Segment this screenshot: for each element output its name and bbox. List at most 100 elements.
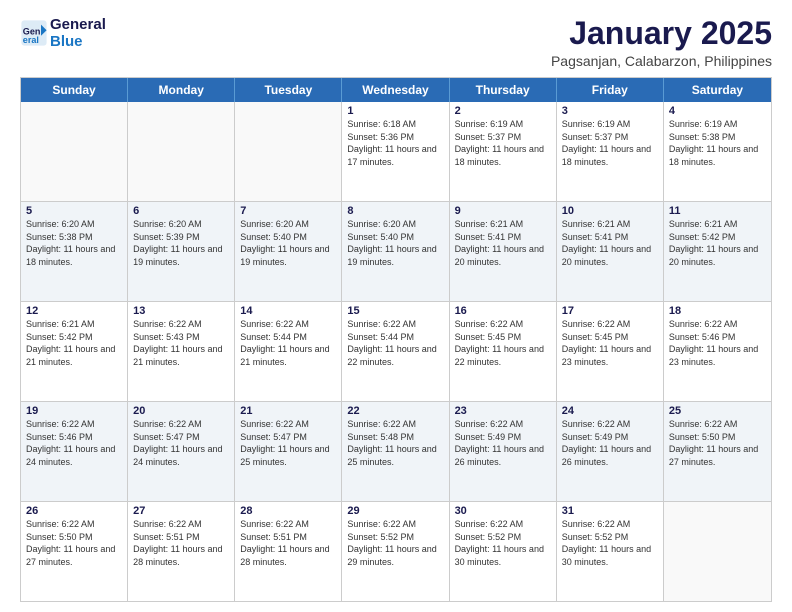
- calendar: SundayMondayTuesdayWednesdayThursdayFrid…: [20, 77, 772, 602]
- day-number: 25: [669, 405, 766, 417]
- calendar-cell: 15Sunrise: 6:22 AMSunset: 5:44 PMDayligh…: [342, 302, 449, 401]
- day-number: 21: [240, 405, 336, 417]
- day-number: 31: [562, 505, 658, 517]
- day-number: 5: [26, 205, 122, 217]
- day-info: Sunrise: 6:22 AMSunset: 5:45 PMDaylight:…: [455, 318, 551, 368]
- day-number: 22: [347, 405, 443, 417]
- day-number: 17: [562, 305, 658, 317]
- day-info: Sunrise: 6:21 AMSunset: 5:41 PMDaylight:…: [455, 218, 551, 268]
- day-number: 12: [26, 305, 122, 317]
- day-info: Sunrise: 6:22 AMSunset: 5:52 PMDaylight:…: [347, 518, 443, 568]
- calendar-cell: 26Sunrise: 6:22 AMSunset: 5:50 PMDayligh…: [21, 502, 128, 601]
- calendar-cell: 30Sunrise: 6:22 AMSunset: 5:52 PMDayligh…: [450, 502, 557, 601]
- weekday-header-saturday: Saturday: [664, 78, 771, 102]
- day-info: Sunrise: 6:21 AMSunset: 5:42 PMDaylight:…: [26, 318, 122, 368]
- day-info: Sunrise: 6:22 AMSunset: 5:46 PMDaylight:…: [26, 418, 122, 468]
- subtitle: Pagsanjan, Calabarzon, Philippines: [551, 53, 772, 69]
- day-info: Sunrise: 6:22 AMSunset: 5:51 PMDaylight:…: [240, 518, 336, 568]
- calendar-cell: 22Sunrise: 6:22 AMSunset: 5:48 PMDayligh…: [342, 402, 449, 501]
- header: Gen eral General Blue January 2025 Pagsa…: [20, 16, 772, 69]
- day-info: Sunrise: 6:22 AMSunset: 5:50 PMDaylight:…: [26, 518, 122, 568]
- calendar-cell: 27Sunrise: 6:22 AMSunset: 5:51 PMDayligh…: [128, 502, 235, 601]
- day-info: Sunrise: 6:19 AMSunset: 5:37 PMDaylight:…: [562, 118, 658, 168]
- calendar-cell: 24Sunrise: 6:22 AMSunset: 5:49 PMDayligh…: [557, 402, 664, 501]
- logo: Gen eral General Blue: [20, 16, 106, 51]
- calendar-cell: [128, 102, 235, 201]
- calendar-cell: 4Sunrise: 6:19 AMSunset: 5:38 PMDaylight…: [664, 102, 771, 201]
- day-number: 13: [133, 305, 229, 317]
- day-number: 18: [669, 305, 766, 317]
- calendar-cell: 6Sunrise: 6:20 AMSunset: 5:39 PMDaylight…: [128, 202, 235, 301]
- calendar-cell: 3Sunrise: 6:19 AMSunset: 5:37 PMDaylight…: [557, 102, 664, 201]
- calendar-row-3: 12Sunrise: 6:21 AMSunset: 5:42 PMDayligh…: [21, 301, 771, 401]
- calendar-cell: 23Sunrise: 6:22 AMSunset: 5:49 PMDayligh…: [450, 402, 557, 501]
- calendar-cell: 8Sunrise: 6:20 AMSunset: 5:40 PMDaylight…: [342, 202, 449, 301]
- day-number: 27: [133, 505, 229, 517]
- calendar-cell: 31Sunrise: 6:22 AMSunset: 5:52 PMDayligh…: [557, 502, 664, 601]
- main-title: January 2025: [551, 16, 772, 51]
- calendar-cell: 16Sunrise: 6:22 AMSunset: 5:45 PMDayligh…: [450, 302, 557, 401]
- calendar-cell: [21, 102, 128, 201]
- day-info: Sunrise: 6:21 AMSunset: 5:42 PMDaylight:…: [669, 218, 766, 268]
- svg-text:eral: eral: [23, 35, 39, 45]
- day-info: Sunrise: 6:22 AMSunset: 5:52 PMDaylight:…: [455, 518, 551, 568]
- calendar-cell: 18Sunrise: 6:22 AMSunset: 5:46 PMDayligh…: [664, 302, 771, 401]
- logo-line1: General: [50, 16, 106, 33]
- calendar-body: 1Sunrise: 6:18 AMSunset: 5:36 PMDaylight…: [21, 102, 771, 601]
- weekday-header-wednesday: Wednesday: [342, 78, 449, 102]
- day-info: Sunrise: 6:20 AMSunset: 5:40 PMDaylight:…: [240, 218, 336, 268]
- day-info: Sunrise: 6:22 AMSunset: 5:43 PMDaylight:…: [133, 318, 229, 368]
- day-number: 28: [240, 505, 336, 517]
- calendar-cell: 2Sunrise: 6:19 AMSunset: 5:37 PMDaylight…: [450, 102, 557, 201]
- day-number: 24: [562, 405, 658, 417]
- calendar-cell: 12Sunrise: 6:21 AMSunset: 5:42 PMDayligh…: [21, 302, 128, 401]
- logo-line2: Blue: [50, 33, 106, 50]
- calendar-cell: 1Sunrise: 6:18 AMSunset: 5:36 PMDaylight…: [342, 102, 449, 201]
- day-number: 20: [133, 405, 229, 417]
- day-info: Sunrise: 6:22 AMSunset: 5:47 PMDaylight:…: [240, 418, 336, 468]
- day-number: 2: [455, 105, 551, 117]
- day-info: Sunrise: 6:19 AMSunset: 5:37 PMDaylight:…: [455, 118, 551, 168]
- calendar-cell: 28Sunrise: 6:22 AMSunset: 5:51 PMDayligh…: [235, 502, 342, 601]
- day-number: 1: [347, 105, 443, 117]
- day-info: Sunrise: 6:21 AMSunset: 5:41 PMDaylight:…: [562, 218, 658, 268]
- day-number: 11: [669, 205, 766, 217]
- day-info: Sunrise: 6:22 AMSunset: 5:50 PMDaylight:…: [669, 418, 766, 468]
- calendar-cell: [235, 102, 342, 201]
- day-info: Sunrise: 6:22 AMSunset: 5:51 PMDaylight:…: [133, 518, 229, 568]
- calendar-cell: 10Sunrise: 6:21 AMSunset: 5:41 PMDayligh…: [557, 202, 664, 301]
- logo-icon: Gen eral: [20, 19, 48, 47]
- weekday-header-friday: Friday: [557, 78, 664, 102]
- day-info: Sunrise: 6:20 AMSunset: 5:38 PMDaylight:…: [26, 218, 122, 268]
- day-number: 30: [455, 505, 551, 517]
- calendar-cell: 7Sunrise: 6:20 AMSunset: 5:40 PMDaylight…: [235, 202, 342, 301]
- day-number: 16: [455, 305, 551, 317]
- day-number: 14: [240, 305, 336, 317]
- calendar-row-4: 19Sunrise: 6:22 AMSunset: 5:46 PMDayligh…: [21, 401, 771, 501]
- day-info: Sunrise: 6:20 AMSunset: 5:39 PMDaylight:…: [133, 218, 229, 268]
- calendar-cell: 11Sunrise: 6:21 AMSunset: 5:42 PMDayligh…: [664, 202, 771, 301]
- day-number: 8: [347, 205, 443, 217]
- day-info: Sunrise: 6:22 AMSunset: 5:47 PMDaylight:…: [133, 418, 229, 468]
- day-number: 6: [133, 205, 229, 217]
- calendar-cell: 25Sunrise: 6:22 AMSunset: 5:50 PMDayligh…: [664, 402, 771, 501]
- calendar-cell: 20Sunrise: 6:22 AMSunset: 5:47 PMDayligh…: [128, 402, 235, 501]
- calendar-row-1: 1Sunrise: 6:18 AMSunset: 5:36 PMDaylight…: [21, 102, 771, 201]
- calendar-cell: 21Sunrise: 6:22 AMSunset: 5:47 PMDayligh…: [235, 402, 342, 501]
- day-number: 26: [26, 505, 122, 517]
- calendar-row-5: 26Sunrise: 6:22 AMSunset: 5:50 PMDayligh…: [21, 501, 771, 601]
- day-info: Sunrise: 6:18 AMSunset: 5:36 PMDaylight:…: [347, 118, 443, 168]
- calendar-cell: 19Sunrise: 6:22 AMSunset: 5:46 PMDayligh…: [21, 402, 128, 501]
- day-info: Sunrise: 6:22 AMSunset: 5:46 PMDaylight:…: [669, 318, 766, 368]
- day-info: Sunrise: 6:22 AMSunset: 5:49 PMDaylight:…: [455, 418, 551, 468]
- calendar-cell: 17Sunrise: 6:22 AMSunset: 5:45 PMDayligh…: [557, 302, 664, 401]
- calendar-header: SundayMondayTuesdayWednesdayThursdayFrid…: [21, 78, 771, 102]
- day-info: Sunrise: 6:22 AMSunset: 5:49 PMDaylight:…: [562, 418, 658, 468]
- day-number: 19: [26, 405, 122, 417]
- weekday-header-monday: Monday: [128, 78, 235, 102]
- day-number: 23: [455, 405, 551, 417]
- page: Gen eral General Blue January 2025 Pagsa…: [0, 0, 792, 612]
- calendar-row-2: 5Sunrise: 6:20 AMSunset: 5:38 PMDaylight…: [21, 201, 771, 301]
- day-info: Sunrise: 6:22 AMSunset: 5:44 PMDaylight:…: [240, 318, 336, 368]
- day-info: Sunrise: 6:22 AMSunset: 5:44 PMDaylight:…: [347, 318, 443, 368]
